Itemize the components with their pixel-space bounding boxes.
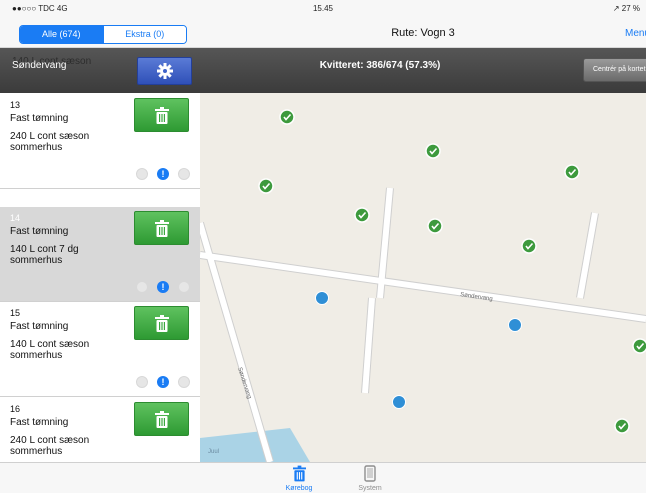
status-bar: ●●○○○ TDC 4G 15.45 ↗ 27 %	[0, 0, 646, 20]
water-label: Juul	[208, 449, 219, 455]
stop-number: 15	[10, 308, 21, 318]
stop-description: 240 L cont sæson sommerhus	[10, 435, 90, 457]
stop-type: Fast tømning	[10, 226, 69, 237]
status-icons: !	[136, 281, 194, 295]
pending-marker-icon	[508, 318, 522, 332]
tab-system-label: System	[358, 485, 382, 492]
trash-icon	[154, 106, 169, 124]
trash-icon	[154, 314, 169, 332]
stop-type: Fast tømning	[10, 321, 69, 332]
list-item[interactable]: 15 Fast tømning 140 L cont sæson sommerh…	[0, 302, 200, 397]
tab-bar: Kørebog System	[0, 462, 646, 493]
list-item[interactable]: 16 Fast tømning 240 L cont sæson sommerh…	[0, 398, 200, 462]
gear-icon	[156, 63, 173, 79]
current-street-label: Søndervang	[12, 60, 67, 71]
list-item-selected[interactable]: 14 Fast tømning 140 L cont 7 dg sommerhu…	[0, 207, 200, 302]
bell-icon[interactable]	[178, 281, 190, 293]
battery-label: ↗ 27 %	[612, 4, 640, 13]
alert-icon[interactable]: !	[157, 168, 169, 180]
receipt-progress-label: Kvitteret: 386/674 (57.3%)	[319, 60, 441, 71]
bell-icon[interactable]	[178, 168, 190, 180]
route-header-bar: 140 L cont sæson Søndervang Kvitteret: 3…	[0, 48, 646, 93]
settings-button[interactable]	[137, 57, 192, 85]
stop-number: 13	[10, 100, 21, 110]
list-item[interactable]: 13 Fast tømning 240 L cont sæson sommerh…	[0, 94, 200, 189]
stop-description: 240 L cont sæson sommerhus	[10, 131, 90, 153]
checked-marker-icon	[632, 338, 646, 354]
bell-icon[interactable]	[178, 376, 190, 388]
stop-type: Fast tømning	[10, 113, 69, 124]
alert-icon[interactable]: !	[157, 376, 169, 388]
alert-icon[interactable]: !	[157, 281, 169, 293]
route-title: Rute: Vogn 3	[391, 27, 455, 39]
segment-extra[interactable]: Ekstra (0)	[102, 26, 186, 43]
trash-icon	[154, 410, 169, 428]
pending-marker-icon	[315, 291, 329, 305]
checked-marker-icon	[354, 207, 370, 223]
stop-list[interactable]: 13 Fast tømning 240 L cont sæson sommerh…	[0, 48, 200, 462]
stop-description: 140 L cont 7 dg sommerhus	[10, 244, 79, 266]
stop-description: 140 L cont sæson sommerhus	[10, 339, 90, 361]
checked-marker-icon	[427, 218, 443, 234]
empty-bin-button[interactable]	[134, 402, 189, 436]
stop-number: 16	[10, 404, 21, 414]
empty-bin-button[interactable]	[134, 211, 189, 245]
menu-button[interactable]: Menu	[625, 28, 646, 39]
route-map[interactable]: Søndervang Søndervang Juul	[200, 93, 646, 462]
empty-bin-button[interactable]	[134, 98, 189, 132]
info-icon[interactable]	[136, 168, 148, 180]
tab-logbook[interactable]: Kørebog	[269, 465, 329, 492]
navigation-bar: Alle (674) Ekstra (0) Rute: Vogn 3 Menu	[0, 20, 646, 48]
map-canvas[interactable]: Søndervang Søndervang Juul	[200, 93, 646, 462]
checked-marker-icon	[614, 418, 630, 434]
stop-number: 14	[10, 213, 21, 223]
trash-icon	[154, 219, 169, 237]
checked-marker-icon	[521, 238, 537, 254]
checked-marker-icon	[425, 143, 441, 159]
checked-marker-icon	[564, 164, 580, 180]
trash-icon	[292, 465, 306, 482]
segment-all[interactable]: Alle (674)	[20, 26, 103, 43]
checked-marker-icon	[258, 178, 274, 194]
tablet-icon	[364, 465, 376, 482]
status-icons: !	[136, 376, 194, 390]
info-icon[interactable]	[136, 376, 148, 388]
clock: 15.45	[312, 4, 334, 13]
pending-marker-icon	[392, 395, 406, 409]
filter-segmented-control: Alle (674) Ekstra (0)	[19, 25, 187, 44]
empty-bin-button[interactable]	[134, 306, 189, 340]
stop-type: Fast tømning	[10, 417, 69, 428]
tab-system[interactable]: System	[340, 465, 400, 492]
center-on-map-button[interactable]: Centrér på kortet	[583, 58, 646, 82]
info-icon[interactable]	[136, 281, 148, 293]
tab-logbook-label: Kørebog	[285, 485, 313, 492]
status-icons: !	[136, 168, 194, 182]
checked-marker-icon	[279, 109, 295, 125]
